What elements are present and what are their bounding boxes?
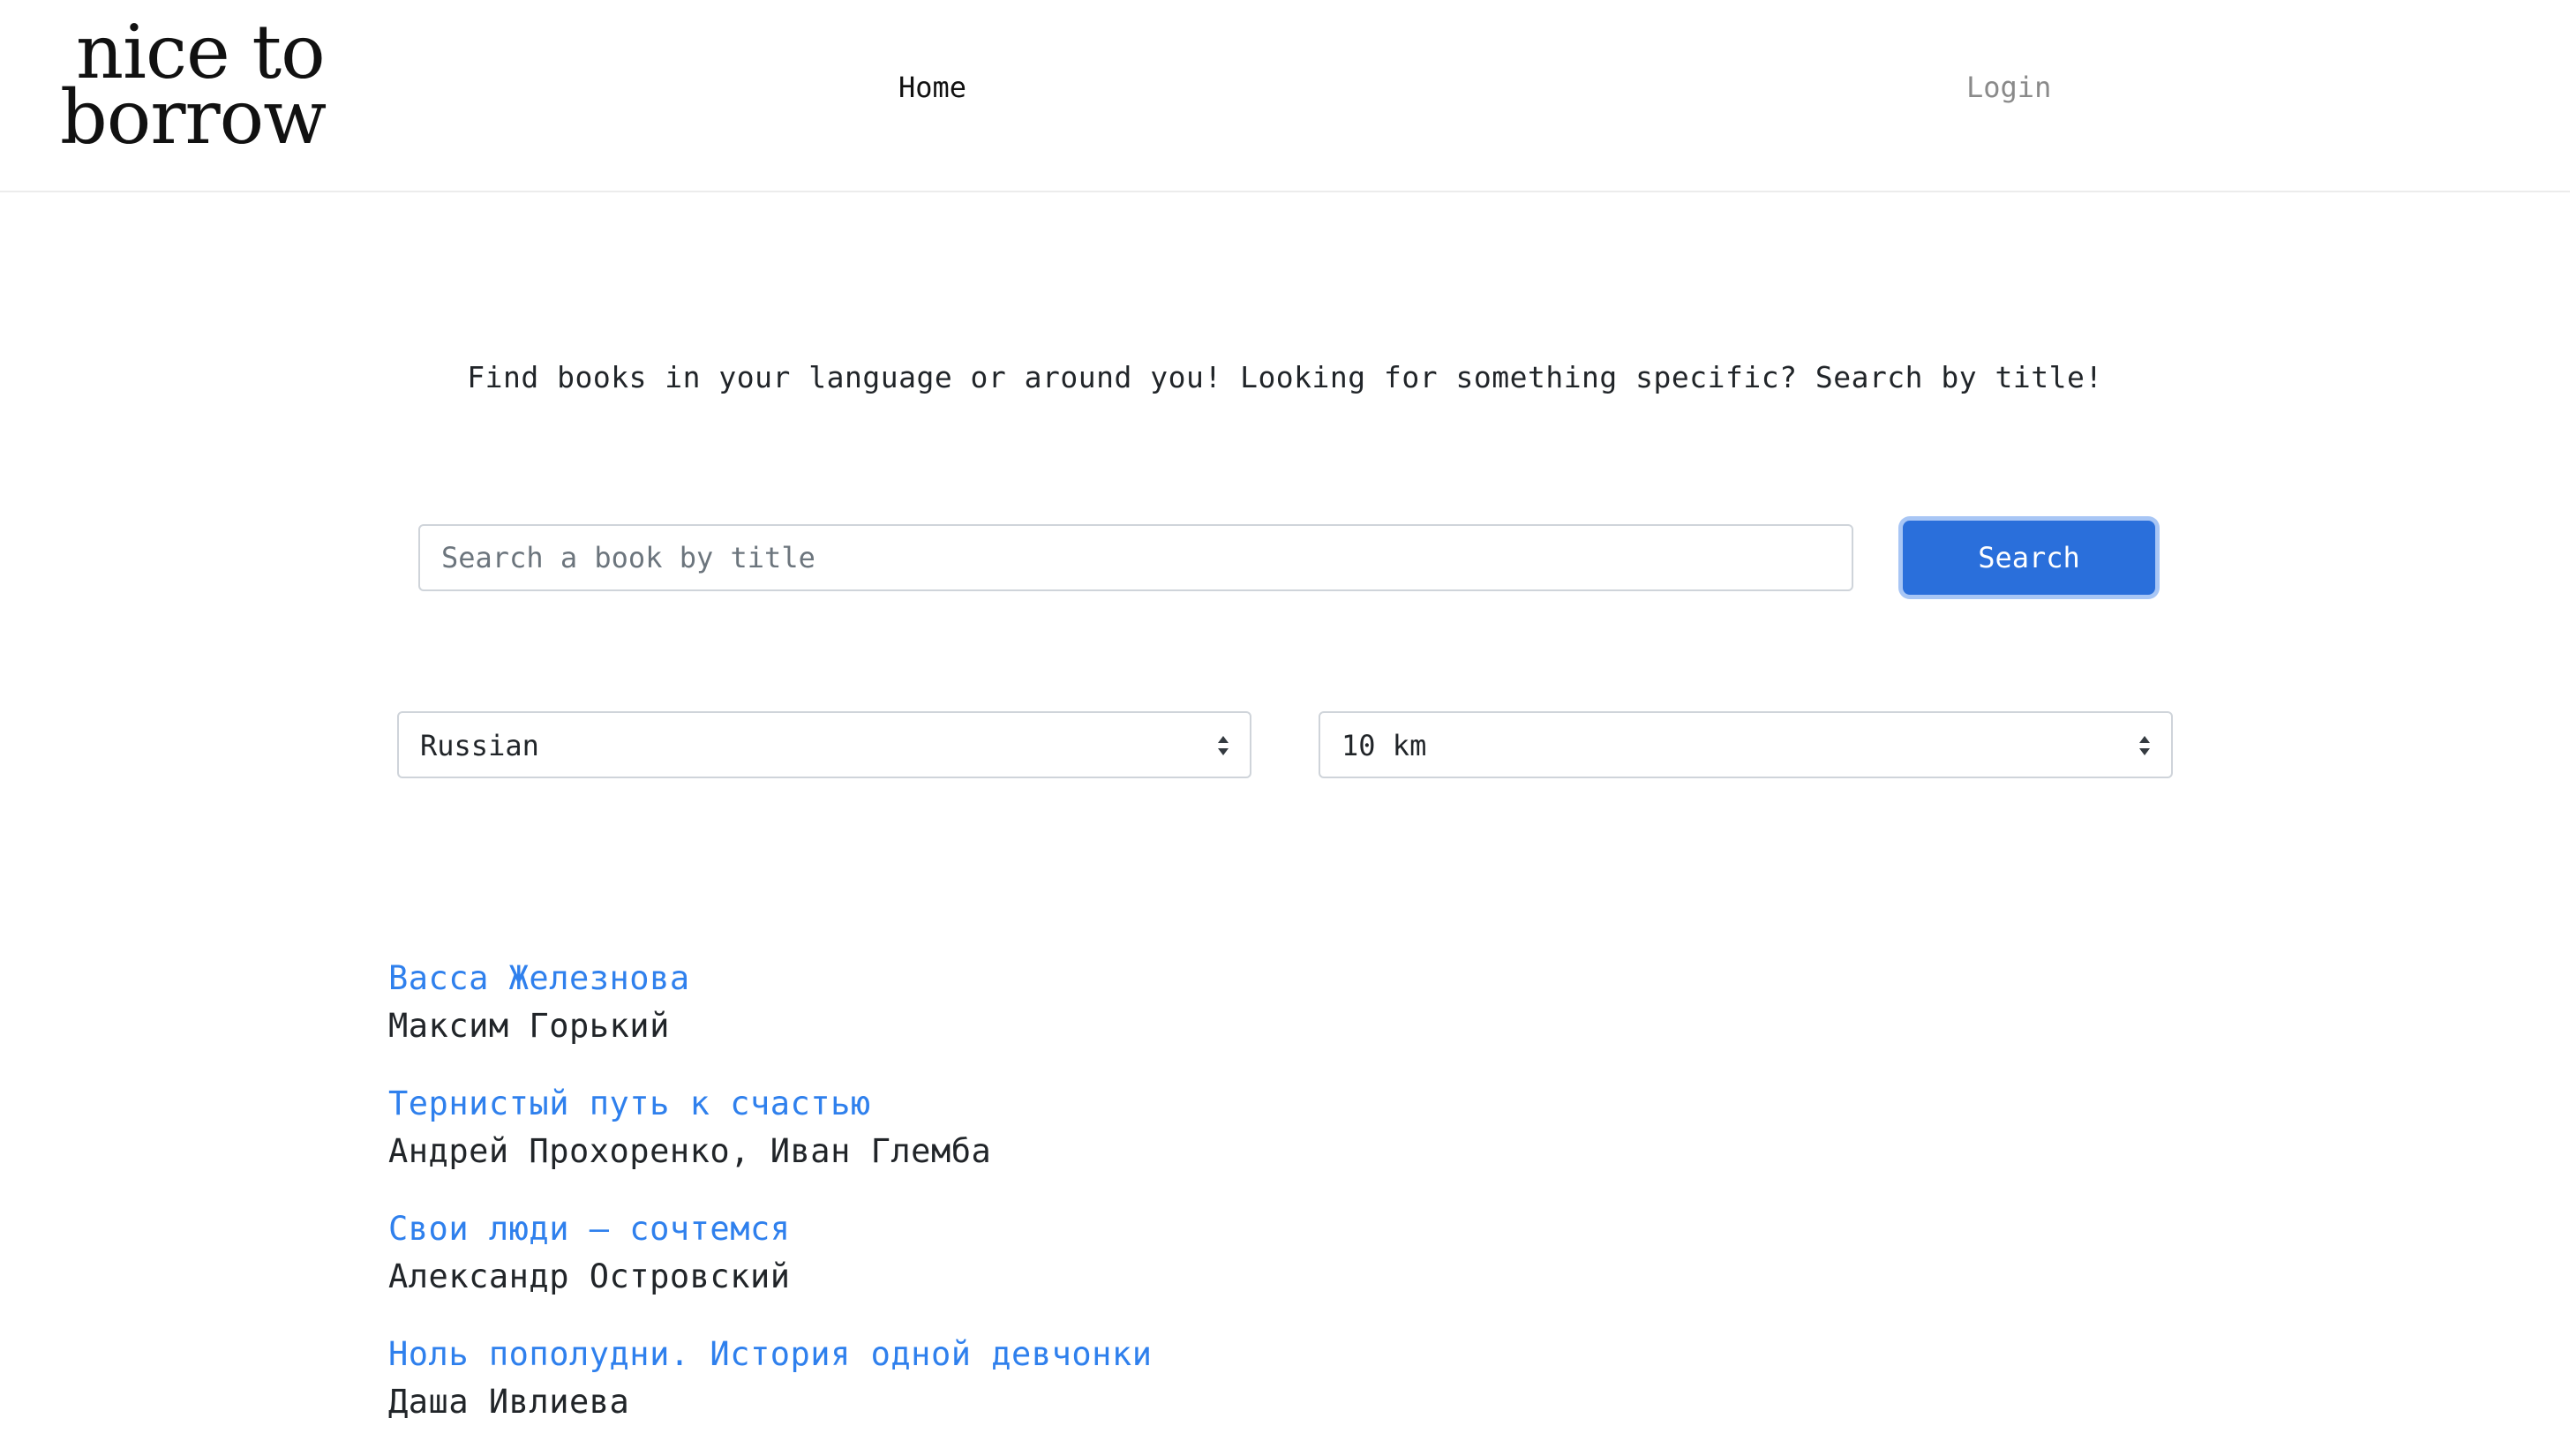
nav-home-link[interactable]: Home (898, 71, 966, 104)
search-button[interactable]: Search (1903, 521, 2155, 595)
book-author: Максим Горький (388, 1007, 670, 1045)
book-author: Андрей Прохоренко, Иван Глемба (388, 1132, 992, 1170)
book-author: Александр Островский (388, 1257, 791, 1295)
list-item: Ноль пополудни. История одной девчонки Д… (388, 1331, 1152, 1426)
nav-login-link[interactable]: Login (1966, 71, 2051, 104)
logo-line-2: borrow (60, 74, 327, 161)
site-logo[interactable]: nice to borrow (60, 15, 327, 161)
language-select-value: Russian (420, 729, 539, 762)
book-author: Даша Ивлиева (388, 1383, 630, 1421)
book-list: Васса Железнова Максим Горький Тернистый… (388, 955, 1152, 1456)
language-select[interactable]: Russian (397, 711, 1251, 778)
book-title-link[interactable]: Тернистый путь к счастью (388, 1080, 1152, 1128)
book-title-link[interactable]: Свои люди — сочтемся (388, 1205, 1152, 1253)
book-title-link[interactable]: Васса Железнова (388, 955, 1152, 1002)
search-input[interactable] (418, 524, 1853, 591)
top-navbar: nice to borrow Home Login (0, 0, 2570, 192)
distance-select-value: 10 km (1341, 729, 1427, 762)
select-arrows-icon (1218, 736, 1229, 755)
select-arrows-icon (2139, 736, 2150, 755)
list-item: Васса Железнова Максим Горький (388, 955, 1152, 1050)
list-item: Тернистый путь к счастью Андрей Прохорен… (388, 1080, 1152, 1175)
page-tagline: Find books in your language or around yo… (467, 360, 2103, 394)
list-item: Свои люди — сочтемся Александр Островски… (388, 1205, 1152, 1301)
book-title-link[interactable]: Ноль пополудни. История одной девчонки (388, 1331, 1152, 1378)
distance-select[interactable]: 10 km (1319, 711, 2173, 778)
